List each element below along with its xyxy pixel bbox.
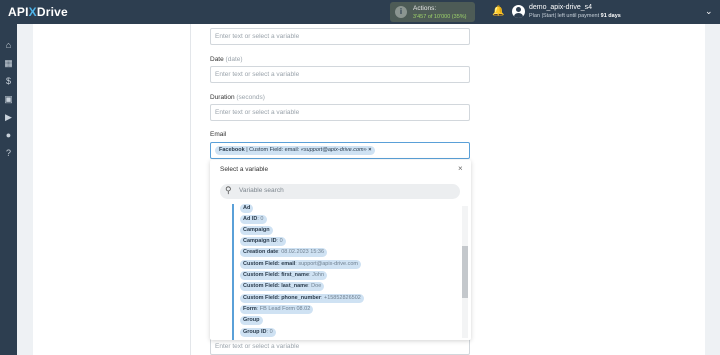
variable-name: Group ID xyxy=(243,329,267,335)
home-icon[interactable]: ⌂ xyxy=(3,40,14,51)
variable-name: Custom Field: first_name xyxy=(243,272,310,278)
info-icon: i xyxy=(395,6,407,18)
tag-remove-icon[interactable]: × xyxy=(368,147,371,153)
actions-value: 3'457 of 10'000 (35%) xyxy=(413,14,467,20)
variable-item-ad[interactable]: Ad xyxy=(240,204,254,213)
tag-value: «support@apix-drive.com» xyxy=(300,147,367,153)
tag-source: Facebook xyxy=(219,147,245,153)
variable-name: Custom Field: last_name xyxy=(243,283,309,289)
username[interactable]: demo_apix-drive_s4 xyxy=(529,4,592,11)
duration-label-sub: (seconds) xyxy=(236,94,265,101)
variable-item-custom-first-name[interactable]: Custom Field: first_name: John xyxy=(240,271,327,280)
variable-name: Form xyxy=(243,306,257,312)
variable-value: : 0 xyxy=(276,238,283,244)
duration-input[interactable]: Enter text or select a variable xyxy=(210,104,470,121)
variable-value: : 0 xyxy=(266,329,273,335)
dropdown-title: Select a variable xyxy=(220,166,269,173)
partial-field-input[interactable]: Enter text or select a variable xyxy=(210,28,470,45)
variable-item-custom-phone[interactable]: Custom Field: phone_number: +15852826502 xyxy=(240,294,364,303)
variable-name: Creation date xyxy=(243,249,279,255)
variable-item-form[interactable]: Form: FB Lead Form 08.02 xyxy=(240,305,314,314)
variable-value: : John xyxy=(309,272,324,278)
variable-name: Custom Field: email xyxy=(243,261,296,267)
logo-text-left: API xyxy=(8,5,29,19)
dropdown-scrollbar-thumb[interactable] xyxy=(462,246,468,298)
variable-value: : Doe xyxy=(308,283,322,289)
variable-value: : +15852826502 xyxy=(320,295,361,301)
chevron-down-icon[interactable]: ⌄ xyxy=(705,6,713,17)
variable-dropdown: Select a variable × ⚲ Variable search Ad… xyxy=(210,160,471,340)
plan-text: Plan |Start| left until payment xyxy=(529,13,600,19)
variable-name: Campaign ID xyxy=(243,238,277,244)
apix-drive-logo[interactable]: APIXDrive xyxy=(8,5,68,19)
date-label-text: Date xyxy=(210,56,224,63)
actions-counter: i Actions: 3'457 of 10'000 (35%) xyxy=(390,2,475,22)
close-icon[interactable]: × xyxy=(458,164,463,173)
variable-item-ad-id[interactable]: Ad ID: 0 xyxy=(240,215,267,224)
top-bar: APIXDrive i Actions: 3'457 of 10'000 (35… xyxy=(0,0,720,24)
search-placeholder: Variable search xyxy=(239,187,284,194)
variable-item-group-id[interactable]: Group ID: 0 xyxy=(240,328,276,337)
variable-value: : 0 xyxy=(257,216,264,222)
variable-value: : FB Lead Form 08.02 xyxy=(256,306,311,312)
date-input[interactable]: Enter text or select a variable xyxy=(210,66,470,83)
divider xyxy=(190,24,191,355)
plan-info: Plan |Start| left until payment 91 days xyxy=(529,13,621,19)
duration-field-label: Duration (seconds) xyxy=(210,94,265,101)
tag-middle: | Custom Field: email: xyxy=(246,147,300,153)
actions-label: Actions: xyxy=(413,5,437,12)
variable-item-custom-email[interactable]: Custom Field: email: support@apix-drive.… xyxy=(240,260,362,269)
user-icon[interactable]: ● xyxy=(3,130,14,141)
email-input[interactable]: Facebook | Custom Field: email: «support… xyxy=(210,142,470,159)
dollar-icon[interactable]: $ xyxy=(3,76,14,87)
youtube-icon[interactable]: ▶ xyxy=(3,112,14,123)
variable-name: Custom Field: phone_number xyxy=(243,295,321,301)
plan-days: 91 days xyxy=(600,13,621,19)
variable-name: Group xyxy=(243,317,260,323)
variable-item-campaign[interactable]: Campaign xyxy=(240,226,273,235)
variable-list: Ad Ad ID: 0 Campaign Campaign ID: 0 Crea… xyxy=(232,204,464,340)
help-icon[interactable]: ? xyxy=(3,148,14,159)
bell-icon[interactable]: 🔔 xyxy=(492,7,504,17)
search-icon: ⚲ xyxy=(225,185,232,195)
logo-text-right: Drive xyxy=(36,5,68,19)
variable-item-custom-last-name[interactable]: Custom Field: last_name: Doe xyxy=(240,282,325,291)
variable-value: : 08.02.2023 15:36 xyxy=(278,249,325,255)
date-label-sub: (date) xyxy=(225,56,243,63)
date-field-label: Date (date) xyxy=(210,56,243,63)
variable-name: Ad xyxy=(243,205,251,211)
variable-item-creation-date[interactable]: Creation date: 08.02.2023 15:36 xyxy=(240,248,328,257)
email-label-text: Email xyxy=(210,131,227,138)
sitemap-icon[interactable]: ▦ xyxy=(3,58,14,69)
variable-item-campaign-id[interactable]: Campaign ID: 0 xyxy=(240,237,286,246)
duration-label-text: Duration xyxy=(210,94,235,101)
email-variable-tag[interactable]: Facebook | Custom Field: email: «support… xyxy=(215,146,376,155)
briefcase-icon[interactable]: ▣ xyxy=(3,94,14,105)
variable-item-group[interactable]: Group xyxy=(240,316,263,325)
logo-text-x: X xyxy=(28,5,37,19)
avatar[interactable] xyxy=(512,5,525,18)
sidebar: ⌂ ▦ $ ▣ ▶ ● ? xyxy=(0,24,17,355)
email-field-label: Email xyxy=(210,131,226,138)
variable-value: : support@apix-drive.com xyxy=(295,261,359,267)
next-field-input[interactable]: Enter text or select a variable xyxy=(210,338,470,355)
variable-search-input[interactable]: ⚲ Variable search xyxy=(220,184,460,199)
variable-name: Campaign xyxy=(243,227,270,233)
variable-name: Ad ID xyxy=(243,216,258,222)
